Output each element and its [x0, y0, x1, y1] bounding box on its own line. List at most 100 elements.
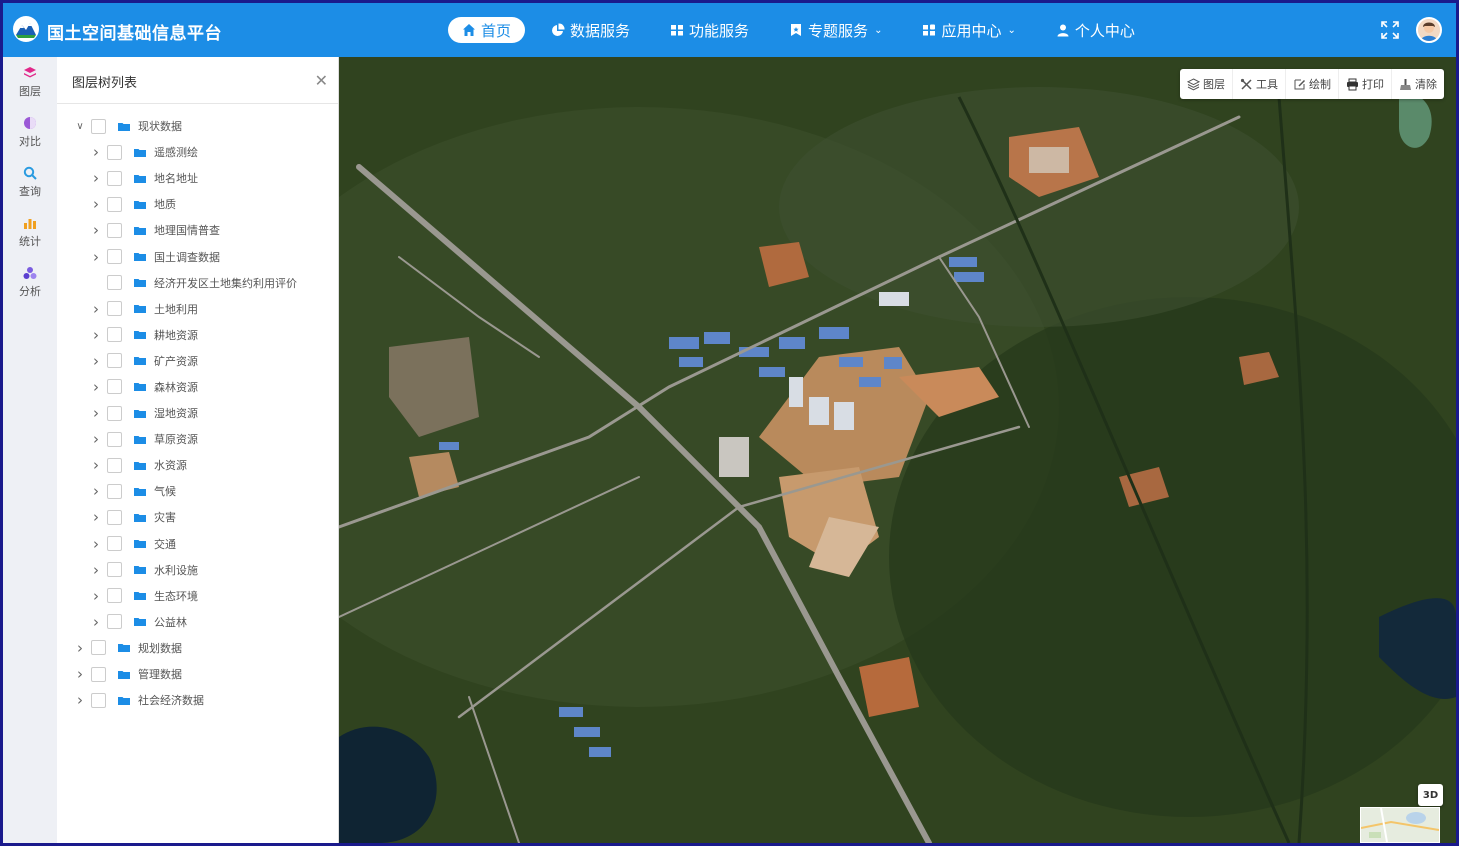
- tree-group-node[interactable]: › 社会经济数据: [57, 687, 338, 713]
- tree-layer-node[interactable]: › 地质: [57, 191, 338, 217]
- chevron-right-icon[interactable]: ›: [89, 169, 103, 187]
- chevron-right-icon[interactable]: ›: [89, 535, 103, 553]
- tree-layer-node[interactable]: 经济开发区土地集约利用评价: [57, 270, 338, 296]
- satellite-imagery[interactable]: [339, 57, 1456, 843]
- folder-icon: [134, 174, 146, 183]
- rail-item-query[interactable]: 查询: [3, 157, 57, 207]
- layer-checkbox[interactable]: [107, 327, 122, 343]
- chevron-right-icon[interactable]: ›: [89, 587, 103, 605]
- tree-layer-node[interactable]: › 地理国情普查: [57, 217, 338, 243]
- nav-personal-center[interactable]: 个人中心: [1042, 17, 1149, 43]
- nav-home[interactable]: 首页: [448, 17, 526, 43]
- layer-checkbox[interactable]: [107, 588, 122, 604]
- close-icon[interactable]: ✕: [315, 71, 328, 90]
- fullscreen-icon[interactable]: [1380, 20, 1400, 40]
- nav-data-services[interactable]: 数据服务: [537, 17, 644, 43]
- folder-icon: [118, 122, 130, 131]
- basemap-switcher[interactable]: [1360, 807, 1440, 843]
- tree-layer-node[interactable]: › 生态环境: [57, 583, 338, 609]
- chevron-right-icon[interactable]: ›: [89, 430, 103, 448]
- tree-layer-node[interactable]: › 国土调查数据: [57, 243, 338, 269]
- header-right-tools: [1380, 17, 1442, 43]
- map-tool-print[interactable]: 打印: [1339, 69, 1392, 99]
- rail-item-compare[interactable]: 对比: [3, 107, 57, 157]
- chevron-right-icon[interactable]: ›: [89, 613, 103, 631]
- layer-checkbox[interactable]: [91, 692, 106, 708]
- tree-layer-node[interactable]: › 矿产资源: [57, 348, 338, 374]
- bar-chart-icon: [24, 218, 36, 229]
- layer-checkbox[interactable]: [107, 483, 122, 499]
- chevron-right-icon[interactable]: ›: [89, 248, 103, 266]
- avatar[interactable]: [1416, 17, 1442, 43]
- tree-layer-node[interactable]: › 遥感测绘: [57, 139, 338, 165]
- nav-function-services[interactable]: 功能服务: [656, 17, 763, 43]
- chevron-right-icon[interactable]: ›: [89, 326, 103, 344]
- chevron-right-icon[interactable]: ›: [89, 482, 103, 500]
- tree-layer-node[interactable]: › 地名地址: [57, 165, 338, 191]
- map-tool-draw[interactable]: 绘制: [1286, 69, 1339, 99]
- layer-checkbox[interactable]: [107, 249, 122, 265]
- layer-checkbox[interactable]: [107, 301, 122, 317]
- tree-layer-node[interactable]: › 草原资源: [57, 426, 338, 452]
- layer-checkbox[interactable]: [107, 509, 122, 525]
- rail-item-layers[interactable]: 图层: [3, 57, 57, 107]
- rail-item-statistics[interactable]: 统计: [3, 207, 57, 257]
- tree-group-node[interactable]: ∨ 现状数据: [57, 113, 338, 139]
- chevron-right-icon[interactable]: ›: [89, 456, 103, 474]
- tree-group-node[interactable]: › 管理数据: [57, 661, 338, 687]
- layer-checkbox[interactable]: [107, 536, 122, 552]
- chevron-right-icon[interactable]: ›: [89, 300, 103, 318]
- chevron-right-icon[interactable]: ›: [89, 195, 103, 213]
- layer-checkbox[interactable]: [91, 666, 106, 682]
- chevron-right-icon[interactable]: ›: [89, 352, 103, 370]
- chevron-right-icon[interactable]: ›: [73, 691, 87, 709]
- map-tool-layers[interactable]: 图层: [1180, 69, 1233, 99]
- layer-checkbox[interactable]: [107, 431, 122, 447]
- chevron-right-icon[interactable]: ›: [89, 378, 103, 396]
- rail-item-analysis[interactable]: 分析: [3, 257, 57, 307]
- chevron-right-icon[interactable]: ›: [73, 665, 87, 683]
- tree-layer-node[interactable]: › 公益林: [57, 609, 338, 635]
- tree-layer-node[interactable]: › 湿地资源: [57, 400, 338, 426]
- chevron-right-icon[interactable]: ›: [89, 143, 103, 161]
- layer-checkbox[interactable]: [107, 614, 122, 630]
- 3d-toggle-button[interactable]: 3D: [1418, 784, 1443, 806]
- layer-checkbox[interactable]: [107, 562, 122, 578]
- layer-checkbox[interactable]: [107, 457, 122, 473]
- map-tool-clear[interactable]: 清除: [1392, 69, 1444, 99]
- layer-checkbox[interactable]: [107, 170, 122, 186]
- folder-icon: [134, 618, 146, 627]
- chevron-right-icon[interactable]: ›: [89, 508, 103, 526]
- layer-checkbox[interactable]: [107, 275, 122, 291]
- tree-node-label: 地质: [154, 198, 176, 212]
- tree-layer-node[interactable]: › 交通: [57, 531, 338, 557]
- tree-layer-node[interactable]: › 森林资源: [57, 374, 338, 400]
- chevron-right-icon[interactable]: ›: [89, 221, 103, 239]
- folder-icon: [118, 670, 130, 679]
- layer-checkbox[interactable]: [107, 222, 122, 238]
- layer-checkbox[interactable]: [107, 353, 122, 369]
- nav-thematic-services[interactable]: 专题服务 ⌄: [775, 17, 896, 43]
- layer-checkbox[interactable]: [107, 379, 122, 395]
- tree-group-node[interactable]: › 规划数据: [57, 635, 338, 661]
- chevron-right-icon[interactable]: ›: [89, 561, 103, 579]
- map-view[interactable]: 图层 工具 绘制 打印 清除 3D: [339, 57, 1456, 843]
- layer-checkbox[interactable]: [107, 144, 122, 160]
- tree-layer-node[interactable]: › 土地利用: [57, 296, 338, 322]
- map-tool-tools[interactable]: 工具: [1233, 69, 1286, 99]
- tree-layer-node[interactable]: › 气候: [57, 478, 338, 504]
- nav-app-center[interactable]: 应用中心 ⌄: [908, 17, 1029, 43]
- layer-checkbox[interactable]: [107, 405, 122, 421]
- tree-layer-node[interactable]: › 耕地资源: [57, 322, 338, 348]
- chevron-down-icon[interactable]: ∨: [73, 121, 87, 132]
- chevron-right-icon[interactable]: ›: [89, 404, 103, 422]
- layer-checkbox[interactable]: [91, 118, 106, 134]
- folder-icon: [134, 383, 146, 392]
- tree-layer-node[interactable]: › 灾害: [57, 504, 338, 530]
- chevron-right-icon[interactable]: ›: [73, 639, 87, 657]
- layer-checkbox[interactable]: [91, 640, 106, 656]
- tree-layer-node[interactable]: › 水资源: [57, 452, 338, 478]
- top-header: 国土空间基础信息平台 首页 数据服务 功能服务 专题服务 ⌄ 应用中心 ⌄ 个人…: [3, 3, 1456, 57]
- layer-checkbox[interactable]: [107, 196, 122, 212]
- tree-layer-node[interactable]: › 水利设施: [57, 557, 338, 583]
